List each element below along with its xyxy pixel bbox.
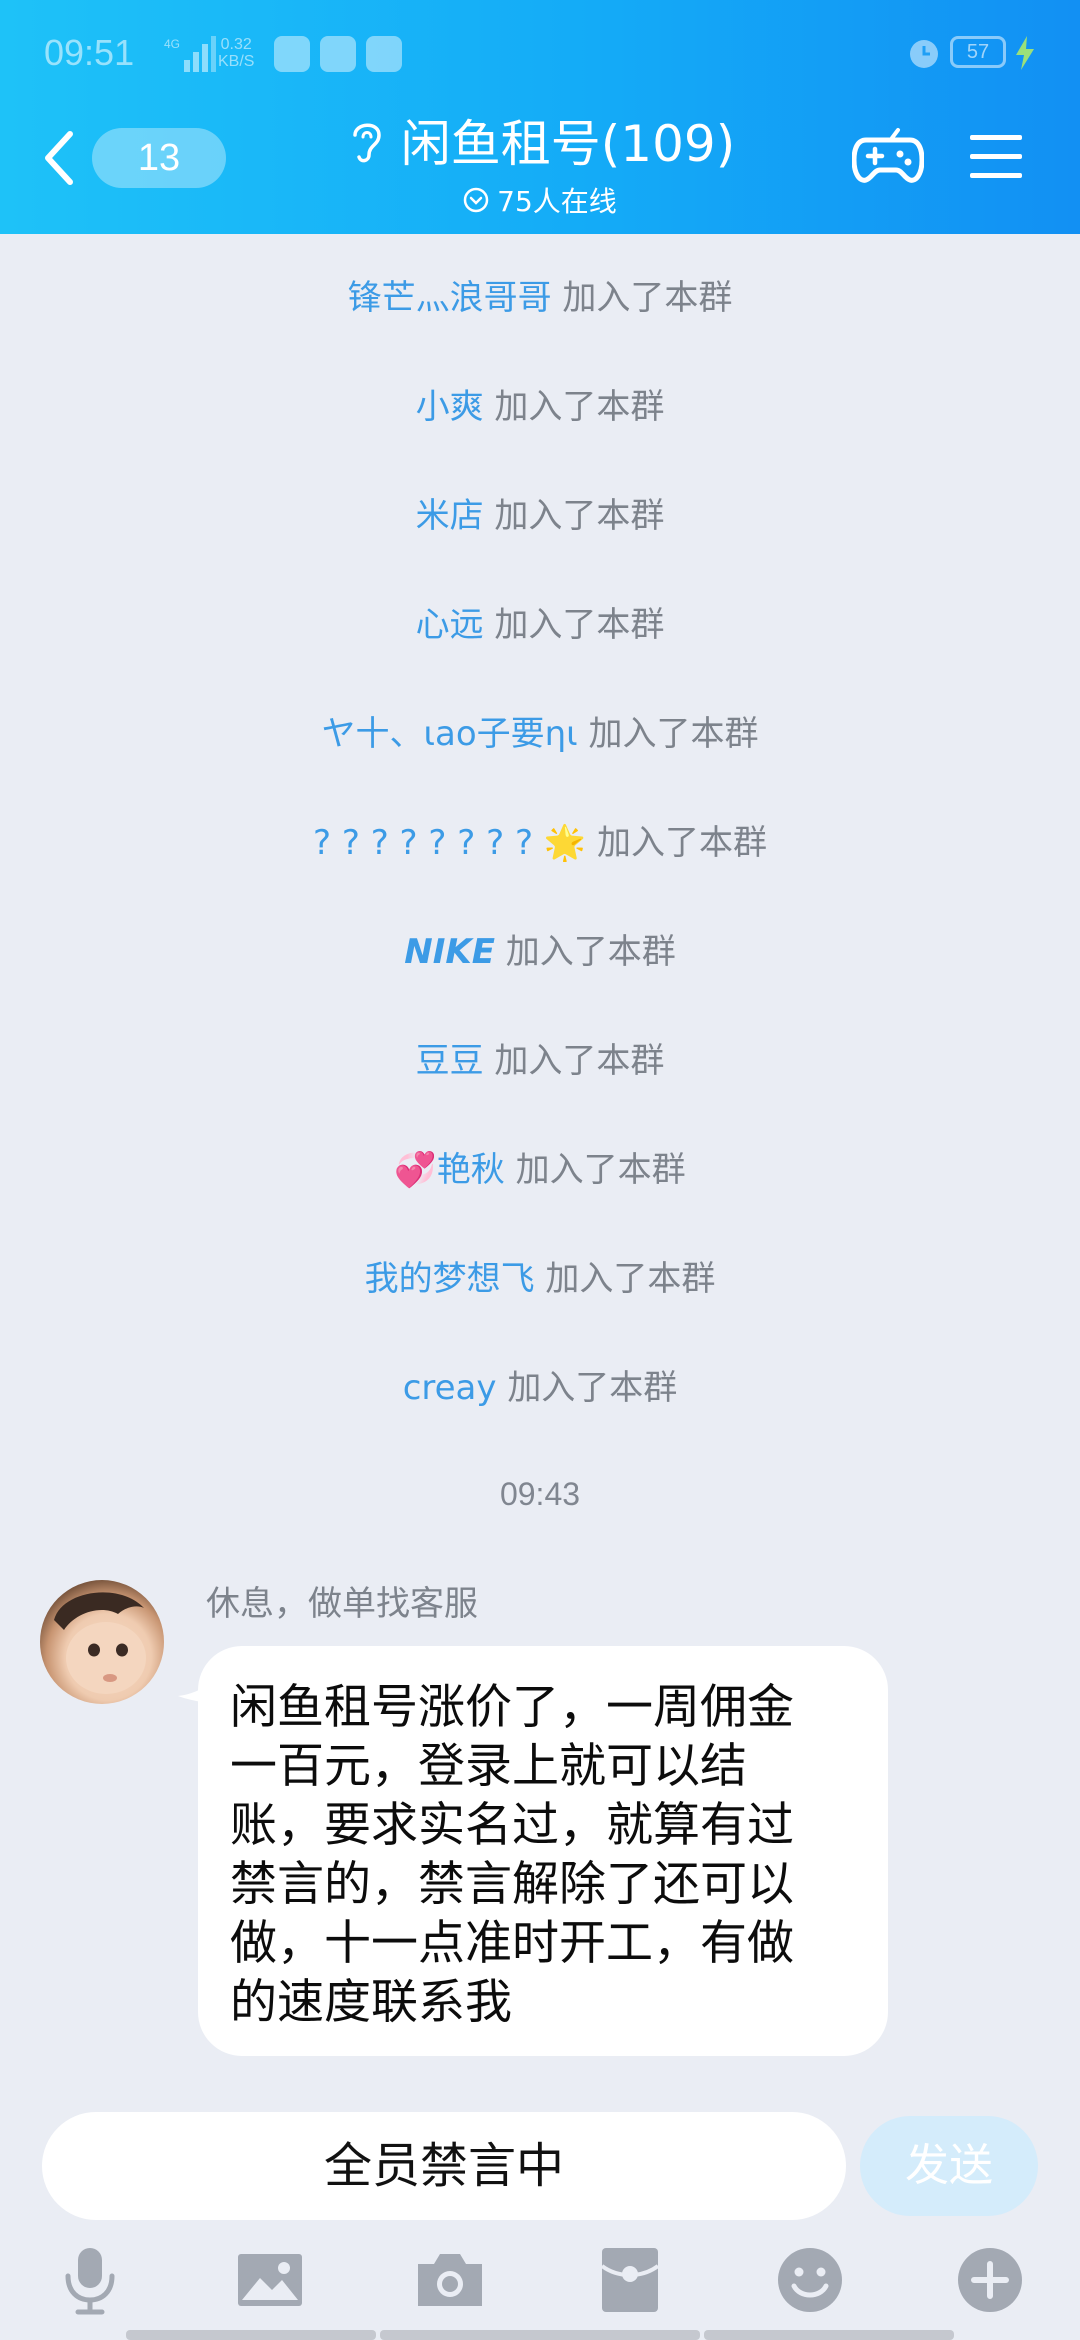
plus-icon[interactable] bbox=[954, 2244, 1026, 2316]
unread-count-badge: 13 bbox=[92, 128, 226, 188]
message-input[interactable]: 全员禁言中 bbox=[42, 2112, 846, 2220]
system-message: ? ? ? ? ? ? ? ? 🌟 加入了本群 bbox=[313, 823, 767, 863]
member-name[interactable]: creay bbox=[403, 1368, 497, 1408]
group-title: 闲鱼租号(109) bbox=[400, 115, 736, 173]
message-line: 禁言的，禁言解除了还可以 bbox=[230, 1857, 794, 1912]
time-separator: 09:43 bbox=[499, 1476, 581, 1512]
group-title-area[interactable]: 闲鱼租号(109) 75人在线 bbox=[330, 104, 750, 220]
home-indicator bbox=[380, 2330, 700, 2340]
camera-icon[interactable] bbox=[414, 2244, 486, 2316]
back-button[interactable]: 13 bbox=[40, 122, 226, 192]
member-name[interactable]: NIKE bbox=[404, 932, 495, 972]
system-message: creay 加入了本群 bbox=[402, 1368, 678, 1408]
online-chevron-icon bbox=[463, 187, 489, 213]
baby-avatar-image bbox=[54, 1592, 146, 1694]
send-button[interactable]: 发送 bbox=[860, 2116, 1038, 2216]
member-name[interactable]: 心远 bbox=[416, 605, 484, 645]
member-name[interactable]: 米店 bbox=[416, 496, 484, 536]
message-line: 一百元，登录上就可以结 bbox=[230, 1739, 747, 1794]
member-name[interactable]: 锋芒灬浪哥哥 bbox=[348, 278, 552, 318]
notification-app-icon bbox=[366, 36, 402, 72]
alarm-icon bbox=[910, 40, 938, 68]
gamepad-icon[interactable] bbox=[852, 126, 924, 188]
notification-app-icon bbox=[274, 36, 310, 72]
system-message: 锋芒灬浪哥哥 加入了本群 bbox=[347, 278, 733, 318]
member-name[interactable]: ? ? ? ? ? ? ? ? 🌟 bbox=[313, 823, 586, 863]
member-name[interactable]: 豆豆 bbox=[416, 1041, 484, 1081]
chevron-left-icon bbox=[45, 131, 73, 185]
online-count: 75人在线 bbox=[497, 185, 617, 218]
net-speed: 0.32 KB/S bbox=[218, 36, 255, 70]
sender-name[interactable]: 休息，做单找客服 bbox=[206, 1576, 478, 1625]
mic-icon[interactable] bbox=[54, 2244, 126, 2316]
system-message: 豆豆 加入了本群 bbox=[415, 1041, 665, 1081]
status-bar: 09:51 4G 0.32 KB/S 57 bbox=[0, 0, 1080, 110]
member-name[interactable]: 💞艳秋 bbox=[394, 1150, 504, 1190]
signal-icon: 4G bbox=[164, 36, 216, 72]
message-line: 的速度联系我 bbox=[230, 1975, 512, 2030]
ear-icon bbox=[353, 123, 381, 163]
menu-icon[interactable] bbox=[968, 132, 1024, 182]
system-message: 💞艳秋 加入了本群 bbox=[394, 1150, 686, 1190]
system-message: ヤ十、ιao子要ηι 加入了本群 bbox=[321, 714, 759, 754]
notification-app-icon bbox=[320, 36, 356, 72]
red-packet-icon[interactable] bbox=[594, 2244, 666, 2316]
message-line: 做，十一点准时开工，有做 bbox=[230, 1916, 794, 1971]
message-line: 闲鱼租号涨价了，一周佣金 bbox=[230, 1680, 794, 1735]
system-message: 心远 加入了本群 bbox=[415, 605, 665, 645]
system-message: 小爽 加入了本群 bbox=[415, 387, 665, 427]
message-bubble[interactable]: 闲鱼租号涨价了，一周佣金 一百元，登录上就可以结 账，要求实名过，就算有过 禁言… bbox=[198, 1646, 888, 2056]
avatar[interactable] bbox=[40, 1580, 164, 1704]
image-icon[interactable] bbox=[234, 2244, 306, 2316]
member-name[interactable]: ヤ十、ιao子要ηι bbox=[321, 714, 577, 754]
emoji-icon[interactable] bbox=[774, 2244, 846, 2316]
member-name[interactable]: 我的梦想飞 bbox=[365, 1259, 535, 1299]
svg-text:4G: 4G bbox=[164, 37, 180, 51]
home-indicator bbox=[126, 2330, 376, 2340]
chat-header: 09:51 4G 0.32 KB/S 57 13 闲鱼租号(109) 75人在线 bbox=[0, 0, 1080, 234]
input-bar: 全员禁言中 发送 bbox=[0, 2094, 1080, 2340]
message-line: 账，要求实名过，就算有过 bbox=[230, 1798, 794, 1853]
status-time: 09:51 bbox=[44, 32, 135, 73]
system-message: NIKE 加入了本群 bbox=[404, 932, 676, 972]
system-message: 米店 加入了本群 bbox=[415, 496, 665, 536]
member-name[interactable]: 小爽 bbox=[416, 387, 484, 427]
system-message: 我的梦想飞 加入了本群 bbox=[364, 1259, 716, 1299]
home-indicator bbox=[704, 2330, 954, 2340]
battery-indicator: 57 bbox=[950, 36, 1006, 68]
charging-icon bbox=[1016, 36, 1034, 70]
